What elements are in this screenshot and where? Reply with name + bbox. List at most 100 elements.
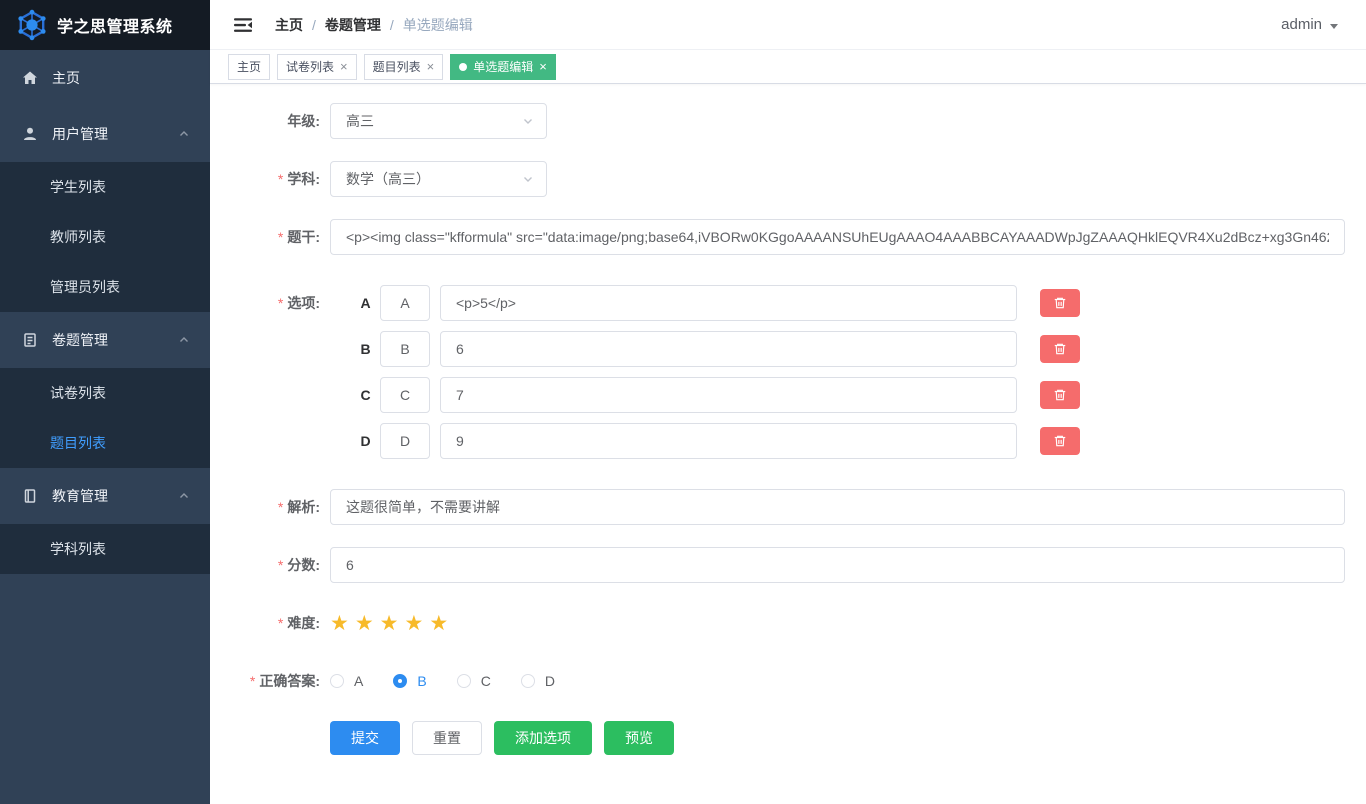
answer-radio-group: A B C D bbox=[330, 663, 585, 699]
sidebar-item-subject-list[interactable]: 学科列表 bbox=[0, 524, 210, 574]
navbar: 主页 / 卷题管理 / 单选题编辑 admin bbox=[210, 0, 1366, 50]
option-content-input[interactable] bbox=[440, 377, 1017, 413]
sidebar-section-user-mgmt[interactable]: 用户管理 bbox=[0, 106, 210, 162]
add-option-button[interactable]: 添加选项 bbox=[494, 721, 592, 755]
sidebar-item-label: 管理员列表 bbox=[50, 277, 120, 297]
trash-icon bbox=[1053, 342, 1067, 356]
grade-value: 高三 bbox=[346, 111, 374, 131]
user-icon bbox=[22, 126, 38, 142]
tag-label: 单选题编辑 bbox=[473, 58, 533, 75]
option-prefix-input[interactable] bbox=[380, 377, 430, 413]
subject-label: *学科: bbox=[210, 161, 320, 197]
sidebar-section-paper-mgmt[interactable]: 卷题管理 bbox=[0, 312, 210, 368]
option-letter: D bbox=[358, 433, 373, 449]
star-icon[interactable]: ★ bbox=[429, 613, 448, 634]
option-prefix-input[interactable] bbox=[380, 331, 430, 367]
sidebar-item-student-list[interactable]: 学生列表 bbox=[0, 162, 210, 212]
sidebar: 学之思管理系统 主页 用户管理 学生列表 bbox=[0, 0, 210, 804]
radio-icon bbox=[393, 674, 407, 688]
delete-option-button[interactable] bbox=[1040, 427, 1080, 455]
options-row: *选项: A B bbox=[210, 285, 1366, 459]
answer-radio-d[interactable]: D bbox=[521, 673, 555, 689]
breadcrumb-separator: / bbox=[390, 17, 394, 33]
score-label: *分数: bbox=[210, 547, 320, 583]
trash-icon bbox=[1053, 296, 1067, 310]
grade-select[interactable]: 高三 bbox=[330, 103, 547, 139]
sidebar-item-label: 学科列表 bbox=[50, 539, 106, 559]
radio-label: B bbox=[417, 673, 426, 689]
delete-option-button[interactable] bbox=[1040, 381, 1080, 409]
submit-button[interactable]: 提交 bbox=[330, 721, 400, 755]
subject-select[interactable]: 数学（高三） bbox=[330, 161, 547, 197]
delete-option-button[interactable] bbox=[1040, 289, 1080, 317]
difficulty-label: *难度: bbox=[210, 605, 320, 641]
star-icon[interactable]: ★ bbox=[404, 613, 423, 634]
analysis-row: *解析: bbox=[210, 489, 1366, 525]
caret-down-icon bbox=[1330, 24, 1338, 29]
hamburger-icon[interactable] bbox=[225, 11, 261, 39]
app-logo: 学之思管理系统 bbox=[0, 0, 210, 50]
option-prefix-input[interactable] bbox=[380, 285, 430, 321]
close-icon[interactable]: × bbox=[539, 60, 547, 73]
options-label: *选项: bbox=[210, 285, 320, 321]
option-content-input[interactable] bbox=[440, 285, 1017, 321]
sidebar-section-edu-mgmt[interactable]: 教育管理 bbox=[0, 468, 210, 524]
score-row: *分数: bbox=[210, 547, 1366, 583]
sidebar-item-home[interactable]: 主页 bbox=[0, 50, 210, 106]
tag-label: 试卷列表 bbox=[286, 58, 334, 75]
tags-bar: 主页 试卷列表 × 题目列表 × 单选题编辑 × bbox=[210, 50, 1366, 84]
score-input[interactable] bbox=[330, 547, 1345, 583]
sidebar-menu: 主页 用户管理 学生列表 教师列表 管理员列表 bbox=[0, 50, 210, 574]
sidebar-item-label: 教师列表 bbox=[50, 227, 106, 247]
sidebar-item-label: 教育管理 bbox=[52, 486, 108, 506]
answer-radio-b[interactable]: B bbox=[393, 673, 426, 689]
option-content-input[interactable] bbox=[440, 423, 1017, 459]
chevron-down-icon bbox=[522, 115, 534, 127]
stem-input[interactable] bbox=[330, 219, 1345, 255]
chevron-up-icon bbox=[178, 490, 190, 502]
sidebar-item-question-list[interactable]: 题目列表 bbox=[0, 418, 210, 468]
logo-icon bbox=[16, 9, 48, 41]
chevron-down-icon bbox=[522, 173, 534, 185]
main-area: 主页 / 卷题管理 / 单选题编辑 admin 主页 试卷列表 × 题目列表 bbox=[210, 0, 1366, 804]
sidebar-item-teacher-list[interactable]: 教师列表 bbox=[0, 212, 210, 262]
tag-label: 主页 bbox=[237, 58, 261, 75]
username: admin bbox=[1281, 16, 1322, 33]
star-icon[interactable]: ★ bbox=[380, 613, 399, 634]
tag-paper-list[interactable]: 试卷列表 × bbox=[277, 54, 357, 80]
tag-home[interactable]: 主页 bbox=[228, 54, 270, 80]
document-icon bbox=[22, 332, 38, 348]
sidebar-item-label: 主页 bbox=[52, 68, 80, 88]
breadcrumb-paper-mgmt[interactable]: 卷题管理 bbox=[325, 15, 381, 35]
option-content-input[interactable] bbox=[440, 331, 1017, 367]
star-icon[interactable]: ★ bbox=[330, 613, 349, 634]
preview-button[interactable]: 预览 bbox=[604, 721, 674, 755]
tag-question-list[interactable]: 题目列表 × bbox=[364, 54, 444, 80]
form-actions: 提交 重置 添加选项 预览 bbox=[330, 721, 1366, 755]
option-prefix-input[interactable] bbox=[380, 423, 430, 459]
close-icon[interactable]: × bbox=[427, 60, 435, 73]
sidebar-item-label: 学生列表 bbox=[50, 177, 106, 197]
answer-radio-c[interactable]: C bbox=[457, 673, 491, 689]
trash-icon bbox=[1053, 434, 1067, 448]
option-letter: B bbox=[358, 341, 373, 357]
breadcrumb-home[interactable]: 主页 bbox=[275, 15, 303, 35]
sidebar-item-admin-list[interactable]: 管理员列表 bbox=[0, 262, 210, 312]
close-icon[interactable]: × bbox=[340, 60, 348, 73]
star-icon[interactable]: ★ bbox=[355, 613, 374, 634]
sidebar-item-paper-list[interactable]: 试卷列表 bbox=[0, 368, 210, 418]
delete-option-button[interactable] bbox=[1040, 335, 1080, 363]
sidebar-item-label: 用户管理 bbox=[52, 124, 108, 144]
analysis-input[interactable] bbox=[330, 489, 1345, 525]
tag-edit-question[interactable]: 单选题编辑 × bbox=[450, 54, 556, 80]
breadcrumb: 主页 / 卷题管理 / 单选题编辑 bbox=[275, 15, 473, 35]
stem-row: *题干: bbox=[210, 219, 1366, 255]
option-row-d: D bbox=[330, 423, 1080, 459]
radio-icon bbox=[330, 674, 344, 688]
reset-button[interactable]: 重置 bbox=[412, 721, 482, 755]
radio-icon bbox=[457, 674, 471, 688]
answer-radio-a[interactable]: A bbox=[330, 673, 363, 689]
user-menu[interactable]: admin bbox=[1281, 16, 1338, 33]
answer-row: *正确答案: A B C D bbox=[210, 663, 1366, 699]
difficulty-rating: ★ ★ ★ ★ ★ bbox=[330, 605, 454, 641]
